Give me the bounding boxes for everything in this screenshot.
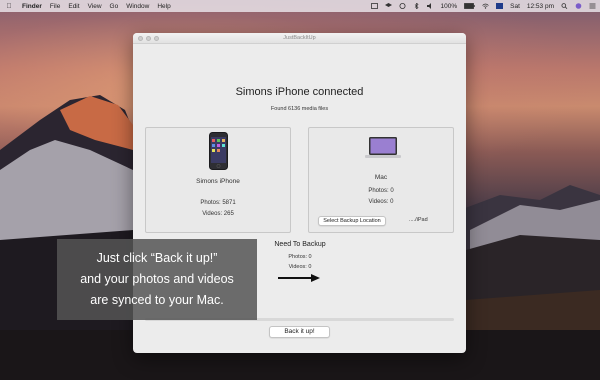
window-controls (138, 36, 159, 41)
destination-photo-count: Photos: 0 (368, 188, 394, 194)
clock-time[interactable]: 12:53 pm (527, 3, 554, 10)
caption-line-2: and your photos and videos (80, 272, 234, 286)
timemachine-icon[interactable] (399, 3, 406, 9)
status-area: 100% Sat 12:53 pm (370, 2, 597, 10)
destination-name: Mac (374, 174, 388, 181)
menu-file[interactable]: File (50, 3, 60, 10)
menu-help[interactable]: Help (157, 3, 170, 10)
status-app-icon[interactable] (370, 3, 378, 9)
volume-icon[interactable] (426, 3, 434, 9)
minimize-button[interactable] (146, 36, 151, 41)
flag-icon[interactable] (496, 3, 504, 9)
need-video-count: Videos: 0 (288, 264, 312, 270)
caption-line-3: are synced to your Mac. (90, 293, 224, 307)
menu-go[interactable]: Go (110, 3, 119, 10)
backup-location-path: ..../iPad (409, 217, 428, 223)
back-it-up-button[interactable]: Back it up! (269, 326, 330, 338)
notification-center-icon[interactable] (589, 3, 596, 9)
destination-panel: Mac Photos: 0 Videos: 0 Select Backup Lo… (308, 127, 454, 233)
destination-video-count: Videos: 0 (368, 199, 394, 205)
battery-icon[interactable] (464, 3, 475, 9)
caption-line-1: Just click “Back it up!” (96, 251, 218, 265)
source-video-count: Videos: 265 (202, 211, 234, 217)
menu-view[interactable]: View (88, 3, 102, 10)
source-photo-count: Photos: 5871 (200, 200, 236, 206)
title-bar[interactable]: JustBackItUp (133, 33, 466, 44)
close-button[interactable] (138, 36, 143, 41)
siri-icon[interactable] (575, 3, 582, 9)
dropbox-icon[interactable] (384, 3, 392, 9)
menu-bar:  Finder File Edit View Go Window Help 1… (0, 0, 600, 12)
macbook-icon (365, 137, 401, 158)
source-device-name: Simons iPhone (196, 178, 240, 185)
promo-caption: Just click “Back it up!” and your photos… (57, 239, 257, 320)
battery-percent: 100% (440, 2, 458, 10)
select-backup-location-button[interactable]: Select Backup Location (318, 216, 386, 226)
menu-edit[interactable]: Edit (68, 3, 79, 10)
media-count-label: Found 6136 media files (270, 106, 329, 112)
window-title: JustBackItUp (283, 35, 316, 41)
connection-heading: Simons iPhone connected (235, 86, 364, 98)
wifi-icon[interactable] (482, 3, 489, 9)
iphone-icon (209, 132, 228, 170)
need-backup-heading: Need To Backup (274, 241, 326, 248)
bluetooth-icon[interactable] (413, 3, 420, 9)
arrow-right-icon (278, 274, 320, 282)
menu-window[interactable]: Window (126, 3, 149, 10)
spotlight-search-icon[interactable] (561, 3, 568, 9)
zoom-button[interactable] (154, 36, 159, 41)
source-device-panel: Simons iPhone Photos: 5871 Videos: 265 (145, 127, 291, 233)
apple-menu-icon[interactable]:  (4, 3, 14, 10)
need-photo-count: Photos: 0 (288, 254, 312, 260)
menu-finder[interactable]: Finder (22, 3, 42, 10)
clock-day[interactable]: Sat (510, 3, 520, 10)
